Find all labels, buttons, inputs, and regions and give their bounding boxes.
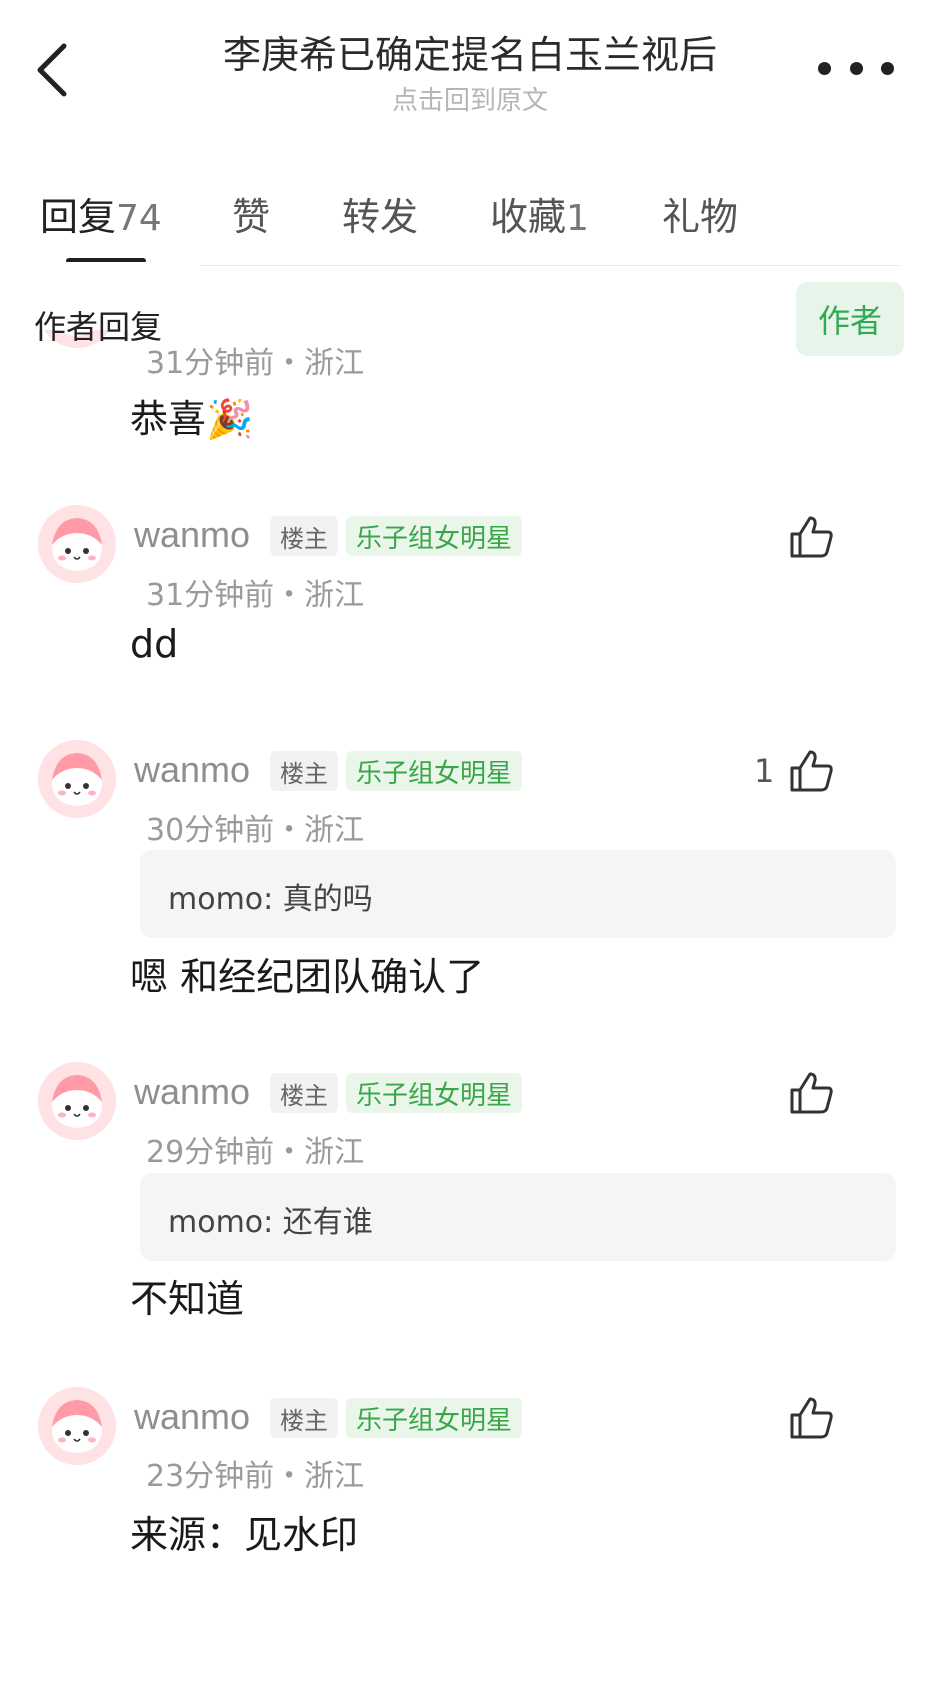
avatar[interactable] [38,1062,116,1140]
host-badge: 楼主 [270,516,338,556]
pink-cartoon-avatar [38,1062,116,1140]
like-count: 1 [754,752,775,790]
quoted-reply-text: momo: 还有谁 [168,1205,373,1240]
avatar[interactable] [38,505,116,583]
username[interactable]: wanmo [134,1071,250,1113]
tab-likes[interactable]: 赞 [232,186,270,241]
tab-favorites-label: 收藏 [490,195,567,239]
comment-meta: 31分钟前・浙江 [146,578,365,613]
tab-gifts-label: 礼物 [662,195,739,239]
tab-favorites-count: 1 [566,198,589,239]
comment-content: dd [130,622,179,666]
thumb-up-icon [790,750,833,792]
like-button[interactable] [786,1393,836,1443]
like-button[interactable] [786,746,836,796]
host-badge: 楼主 [270,751,338,791]
thumb-up-icon [790,1397,833,1439]
host-badge: 楼主 [270,1073,338,1113]
pink-cartoon-avatar [38,1387,116,1465]
comment-meta: 30分钟前・浙江 [146,813,365,848]
comment-content: 来源：见水印 [130,1513,359,1557]
group-badge: 乐子组女明星 [346,516,523,556]
group-badge: 乐子组女明星 [346,751,523,791]
more-dots-icon [818,61,894,75]
section-title-overlay: 作者回复 [34,308,163,346]
tab-reposts-label: 转发 [342,195,419,239]
thumb-up-icon [790,516,833,558]
comment-meta: 29分钟前・浙江 [146,1135,365,1170]
tab-replies[interactable]: 回复74 [40,186,162,241]
quoted-reply-text: momo: 真的吗 [168,882,373,917]
username[interactable]: wanmo [134,1396,250,1438]
tab-reposts[interactable]: 转发 [342,186,418,241]
author-filter-button[interactable]: 作者 [796,282,904,356]
comment-meta: 31分钟前・浙江 [146,346,365,381]
tab-replies-label: 回复 [40,195,117,239]
comment-meta: 23分钟前・浙江 [146,1459,365,1494]
comment-content: 不知道 [130,1277,245,1321]
more-button[interactable] [818,48,894,88]
back-to-original-link[interactable]: 点击回到原文 [0,80,940,117]
pink-cartoon-avatar [38,505,116,583]
username[interactable]: wanmo [134,514,250,556]
page-title: 李庚希已确定提名白玉兰视后 [222,33,717,77]
tab-likes-label: 赞 [232,195,271,239]
avatar[interactable] [38,1387,116,1465]
comment-content: 恭喜🎉 [130,397,254,441]
pink-cartoon-avatar [38,740,116,818]
tab-gifts[interactable]: 礼物 [662,186,738,241]
avatar[interactable] [38,740,116,818]
tab-replies-count: 74 [116,198,162,239]
host-badge: 楼主 [270,1398,338,1438]
group-badge: 乐子组女明星 [346,1398,523,1438]
username[interactable]: wanmo [134,749,250,791]
like-button[interactable] [786,1068,836,1118]
group-badge: 乐子组女明星 [346,1073,523,1113]
comment-content: 嗯 和经纪团队确认了 [130,955,485,999]
like-button[interactable] [786,512,836,562]
thumb-up-icon [790,1072,833,1114]
tab-favorites[interactable]: 收藏1 [490,186,589,241]
